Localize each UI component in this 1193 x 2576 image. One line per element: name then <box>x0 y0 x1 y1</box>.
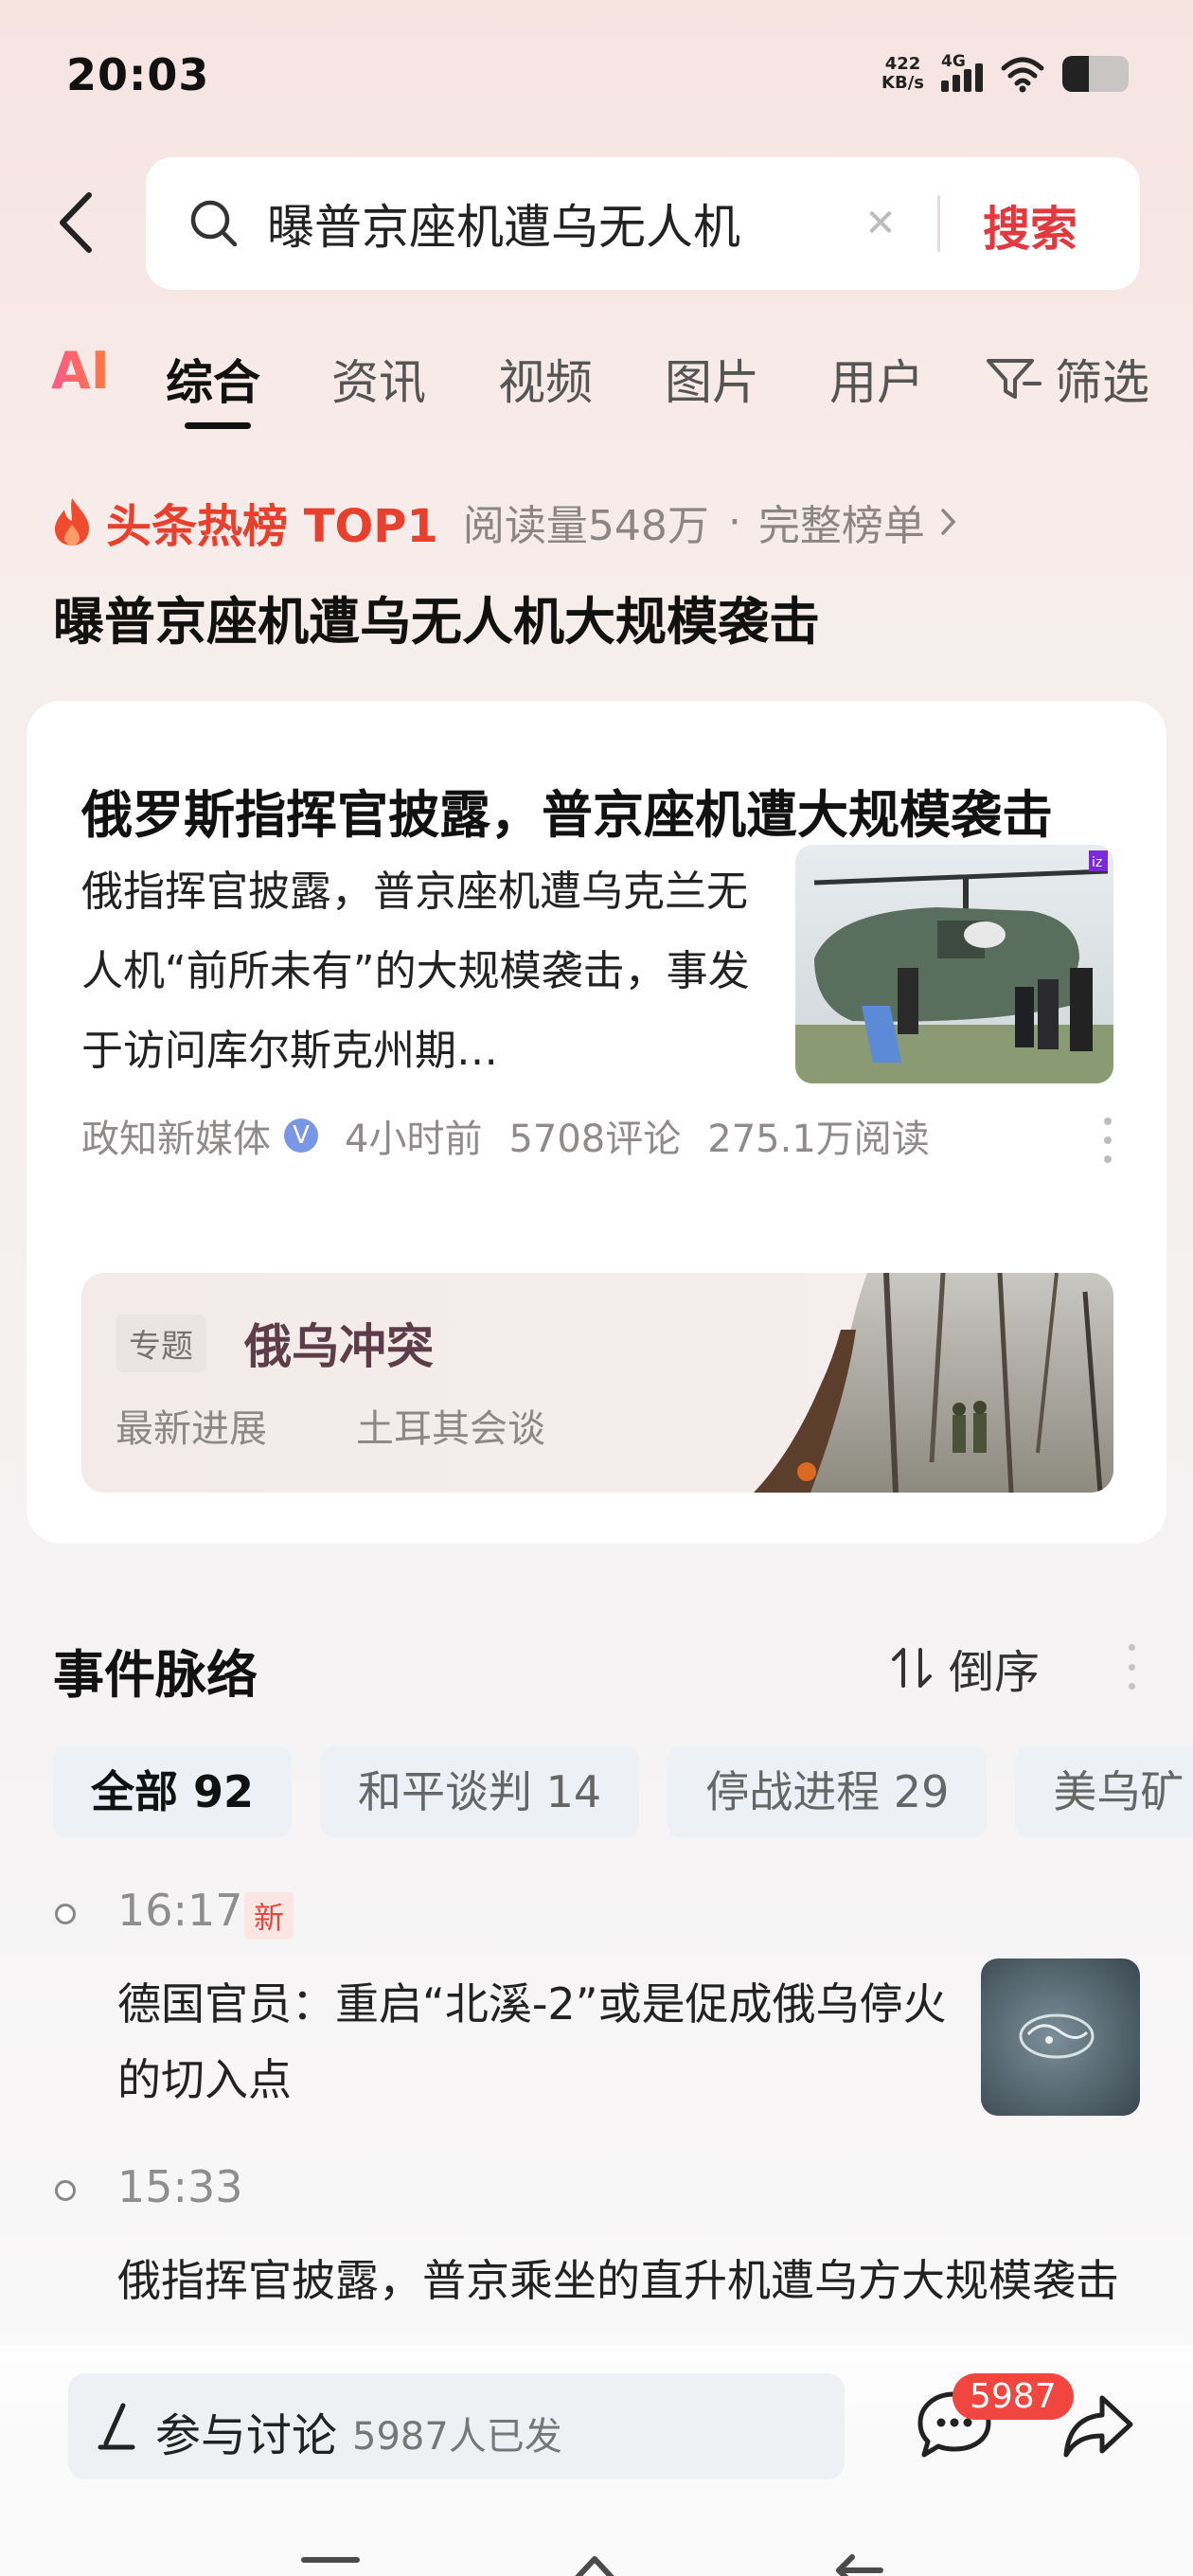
separator-dot: · <box>727 497 741 546</box>
chip-us-ukraine-minerals[interactable]: 美乌矿 <box>1015 1746 1193 1837</box>
search-icon <box>190 200 238 247</box>
nav-back-button[interactable] <box>833 2551 886 2576</box>
timeline-thumbnail[interactable] <box>981 1959 1140 2116</box>
topic-link-latest[interactable]: 最新进展 <box>116 1398 267 1453</box>
back-button[interactable] <box>49 189 106 256</box>
tab-video[interactable]: 视频 <box>498 345 593 413</box>
article-comments: 5708评论 <box>508 1118 682 1161</box>
signal-icon: 4G <box>941 52 983 92</box>
article-time: 4小时前 <box>345 1118 483 1161</box>
search-box: ✕ 搜索 <box>146 157 1140 290</box>
full-list-link[interactable]: 完整榜单 <box>758 492 925 552</box>
filter-icon <box>987 359 1042 399</box>
timeline-more-button[interactable] <box>1129 1644 1136 1690</box>
discuss-input[interactable]: 参与讨论 5987人已发 <box>68 2373 845 2479</box>
timeline-text[interactable]: 德国官员：重启“北溪-2”或是促成俄乌停火的切入点 <box>117 1966 951 2118</box>
article-thumbnail[interactable]: iz <box>795 845 1113 1083</box>
article-title[interactable]: 俄罗斯指挥官披露，普京座机遭大规模袭击 <box>81 773 1053 848</box>
chip-peace-talks[interactable]: 和平谈判 14 <box>320 1746 640 1837</box>
tab-images[interactable]: 图片 <box>665 345 759 413</box>
topic-tag: 专题 <box>116 1315 206 1372</box>
tab-general[interactable]: 综合 <box>166 345 260 413</box>
article-source[interactable]: 政知新媒体 <box>81 1108 271 1163</box>
battery-icon <box>1062 56 1129 92</box>
timeline-dot <box>55 1904 76 1924</box>
share-icon[interactable] <box>1060 2390 1136 2462</box>
topic-image <box>754 1273 1113 1493</box>
helicopter-image: iz <box>795 845 1113 1083</box>
article-reads: 275.1万阅读 <box>707 1118 930 1161</box>
pen-icon <box>98 2403 135 2450</box>
article-meta: 政知新媒体 V 4小时前 5708评论 275.1万阅读 <box>81 1108 930 1163</box>
hot-rank-label: 头条热榜 TOP1 <box>106 500 438 553</box>
status-time: 20:03 <box>66 49 210 100</box>
timeline-dot <box>55 2180 76 2201</box>
timeline-title: 事件脉络 <box>53 1645 258 1705</box>
filter-button[interactable]: 筛选 <box>985 345 1149 413</box>
verified-icon: V <box>284 1118 318 1153</box>
timeline-time: 15:33 <box>117 2161 243 2212</box>
hot-rank-line[interactable]: 头条热榜 TOP1 阅读量548万 · 完整榜单 <box>51 489 959 555</box>
nav-home-button[interactable] <box>564 2551 625 2576</box>
underwater-image <box>981 1959 1140 2116</box>
topic-link-turkey-talks[interactable]: 土耳其会谈 <box>356 1398 545 1453</box>
bottom-action-bar: 参与讨论 5987人已发 5987 <box>0 2345 1193 2576</box>
sort-icon <box>892 1648 932 1688</box>
clear-search-button[interactable]: ✕ <box>854 197 907 250</box>
tab-ai[interactable]: AI <box>51 341 110 401</box>
discuss-label: 参与讨论 <box>155 2409 338 2462</box>
more-options-button[interactable] <box>1104 1118 1113 1163</box>
topic-title[interactable]: 俄乌冲突 <box>244 1309 434 1377</box>
fire-icon <box>55 498 89 546</box>
timeline-filter-chips: 全部 92 和平谈判 14 停战进程 29 美乌矿 <box>53 1746 1193 1837</box>
search-input[interactable] <box>267 189 949 258</box>
comment-count-badge: 5987 <box>953 2373 1074 2420</box>
timeline-time: 16:17 <box>117 1885 243 1936</box>
sort-button[interactable]: 倒序 <box>890 1635 1040 1701</box>
hot-rank-reads: 阅读量548万 <box>462 502 709 550</box>
tab-active-indicator <box>185 422 251 429</box>
wifi-icon <box>1001 57 1044 93</box>
topic-card[interactable]: 专题 俄乌冲突 最新进展 土耳其会谈 <box>81 1273 1113 1493</box>
search-divider <box>937 195 940 252</box>
chip-ceasefire[interactable]: 停战进程 29 <box>668 1746 988 1837</box>
discuss-count: 5987人已发 <box>352 2415 562 2459</box>
chip-all[interactable]: 全部 92 <box>53 1746 293 1837</box>
new-badge: 新 <box>244 1892 294 1940</box>
status-icons: 422 KB/s 4G <box>881 52 1129 93</box>
svg-text:iz: iz <box>1092 855 1102 870</box>
tab-users[interactable]: 用户 <box>829 345 924 413</box>
nav-recents-button[interactable] <box>301 2557 360 2563</box>
news-card: 俄罗斯指挥官披露，普京座机遭大规模袭击 俄指挥官披露，普京座机遭乌克兰无人机“前… <box>27 701 1166 1544</box>
timeline-text[interactable]: 俄指挥官披露，普京乘坐的直升机遭乌方大规模袭击 <box>117 2243 1140 2318</box>
chevron-right-icon <box>941 509 956 535</box>
article-summary[interactable]: 俄指挥官披露，普京座机遭乌克兰无人机“前所未有”的大规模袭击，事发于访问库尔斯克… <box>81 852 763 1091</box>
hot-topic-title[interactable]: 曝普京座机遭乌无人机大规模袭击 <box>53 580 820 654</box>
page: 20:03 422 KB/s 4G ✕ <box>0 0 1193 2576</box>
net-speed: 422 KB/s <box>881 54 924 93</box>
tab-news[interactable]: 资讯 <box>331 345 426 413</box>
search-submit-button[interactable]: 搜索 <box>983 191 1077 259</box>
result-tabs: AI 综合 资讯 视频 图片 用户 筛选 <box>51 341 1149 436</box>
